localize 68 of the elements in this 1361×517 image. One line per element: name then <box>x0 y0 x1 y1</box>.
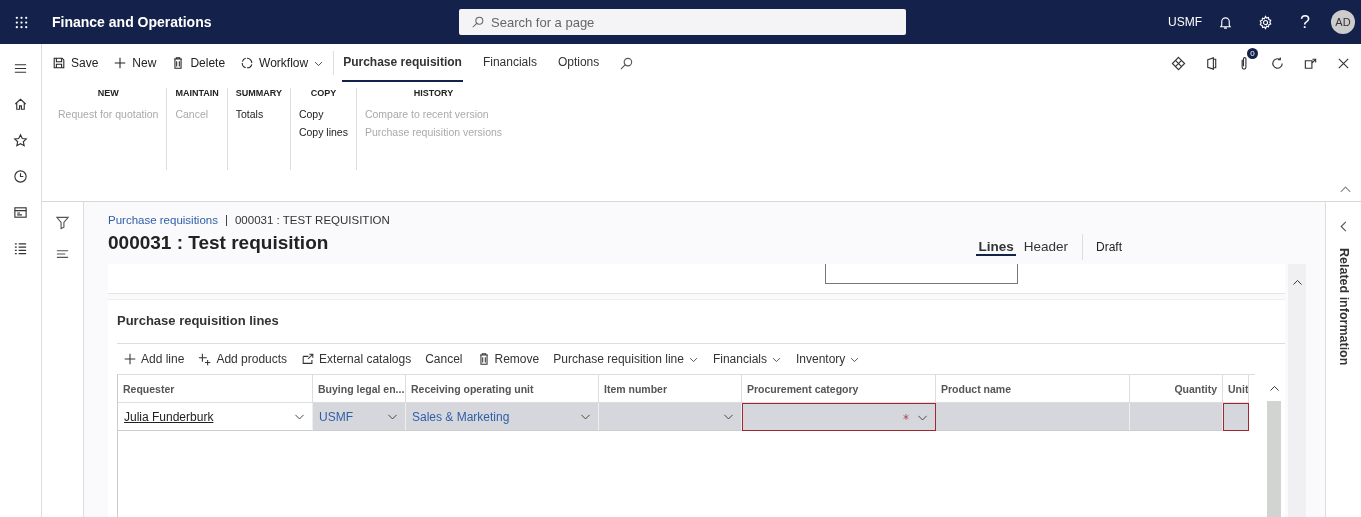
clock-icon[interactable] <box>13 168 28 184</box>
view-tab[interactable]: Lines <box>976 238 1016 256</box>
toolbar-button[interactable]: New <box>113 49 157 77</box>
menu-item[interactable]: Copy lines <box>298 126 348 138</box>
status-label: Draft <box>1096 240 1122 254</box>
toolbar-button[interactable]: Purchase requisition line <box>553 352 699 366</box>
scrollbar-thumb[interactable] <box>1267 401 1282 517</box>
toolbar-button[interactable]: External catalogs <box>301 352 412 366</box>
ribbon-tab[interactable]: Financials <box>481 44 538 82</box>
view-tab[interactable]: Header <box>1021 238 1070 256</box>
group-title: SUMMARY <box>235 88 282 98</box>
table-cell[interactable] <box>742 403 936 431</box>
bell-icon[interactable] <box>1217 14 1233 30</box>
ribbon-tab[interactable]: Options <box>556 44 601 82</box>
link[interactable]: USMF <box>319 409 380 424</box>
menu-item[interactable]: Copy <box>298 108 348 120</box>
diamond-icon[interactable] <box>1170 55 1186 71</box>
panel-title: Related information <box>1336 248 1351 366</box>
group-title: NEW <box>96 88 120 98</box>
link[interactable]: Sales & Marketing <box>412 409 573 424</box>
workspace-icon[interactable] <box>13 204 28 220</box>
save-icon <box>52 56 66 70</box>
toolbar-button[interactable]: Remove <box>476 352 540 366</box>
table-cell[interactable]: Sales & Marketing <box>406 403 599 431</box>
count-badge: 0 <box>1247 48 1258 59</box>
plus-icon <box>113 56 128 70</box>
scrollbar[interactable] <box>1288 264 1306 517</box>
toolbar-button[interactable]: Workflow <box>240 49 325 77</box>
breadcrumb-link[interactable]: Purchase requisitions <box>108 214 218 226</box>
group-title: MAINTAIN <box>175 88 219 98</box>
star-icon[interactable] <box>13 132 28 148</box>
search-icon <box>471 15 485 29</box>
toolbar-button[interactable]: Financials <box>712 352 782 366</box>
user-avatar[interactable]: AD <box>1331 10 1355 34</box>
plus-icon <box>123 352 137 366</box>
input-field[interactable] <box>825 264 1018 284</box>
app-launcher-icon[interactable] <box>13 14 29 30</box>
breadcrumb-current: 000031 : TEST REQUISITION <box>234 214 390 226</box>
toolbar-button[interactable]: Save <box>52 49 99 77</box>
add-products-icon <box>198 352 213 366</box>
toolbar-button[interactable]: Add line <box>123 352 185 366</box>
table-cell[interactable]: USMF <box>313 403 406 431</box>
settings-icon[interactable] <box>1257 14 1273 30</box>
home-icon[interactable] <box>13 96 28 112</box>
help-button[interactable]: ? <box>1285 7 1325 37</box>
search-icon[interactable] <box>619 55 635 71</box>
toolbar-button[interactable]: Inventory <box>796 352 861 366</box>
table-cell[interactable] <box>1223 403 1249 431</box>
search-field[interactable]: Search for a page <box>459 9 906 35</box>
app-title: Finance and Operations <box>52 14 213 30</box>
menu-item[interactable]: Totals <box>235 108 282 120</box>
group-title: COPY <box>309 88 338 98</box>
section-title: Purchase requisition lines <box>117 313 280 330</box>
toolbar-button[interactable]: Cancel <box>425 352 463 366</box>
refresh-icon[interactable] <box>1269 55 1285 71</box>
group-title: HISTORY <box>412 88 455 98</box>
required-icon <box>902 413 910 421</box>
table-cell[interactable]: Julia Funderburk <box>118 403 313 431</box>
cell-value: Julia Funderburk <box>124 409 215 424</box>
company-button[interactable]: USMF <box>1165 15 1205 29</box>
list-icon[interactable] <box>13 240 28 256</box>
page-title: 000031 : Test requisition <box>108 232 329 254</box>
ribbon-tab[interactable]: Purchase requisition <box>342 44 463 82</box>
toolbar-button[interactable]: Add products <box>198 352 288 366</box>
toolbar-button[interactable]: Delete <box>171 49 226 77</box>
circular-arrows-icon <box>240 56 255 70</box>
external-link-icon <box>301 352 316 366</box>
filter-icon[interactable] <box>55 214 70 230</box>
